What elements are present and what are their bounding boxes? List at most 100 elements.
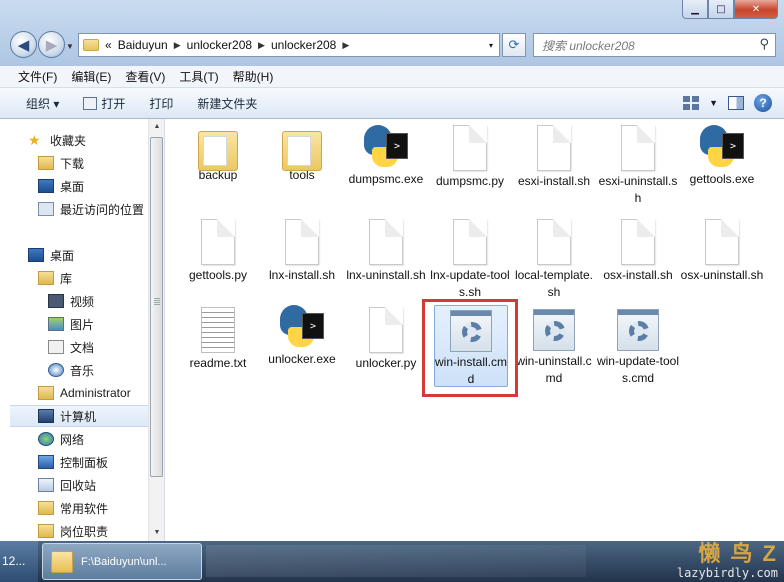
- sidebar-item-favorites[interactable]: ★ 收藏夹: [28, 129, 86, 151]
- file-item-lnx-update-tools[interactable]: lnx-update-tools.sh: [428, 219, 512, 301]
- sidebar-item-administrator[interactable]: Administrator: [38, 382, 131, 404]
- taskbar-clock-fragment[interactable]: 12...: [0, 541, 38, 582]
- forward-button[interactable]: ▶: [38, 31, 65, 58]
- sidebar-item-libraries[interactable]: 库: [38, 267, 72, 289]
- address-bar[interactable]: « Baiduyun ▶ unlocker208 ▶ unlocker208 ▶…: [78, 33, 500, 57]
- sidebar-item-downloads[interactable]: 下载: [38, 152, 84, 174]
- sidebar-item-desktop[interactable]: 桌面: [28, 244, 74, 266]
- preview-pane-icon[interactable]: [728, 96, 744, 110]
- minimize-button[interactable]: ▁: [682, 0, 708, 19]
- file-item-osx-install[interactable]: osx-install.sh: [596, 219, 680, 284]
- chevron-right-icon[interactable]: ▶: [174, 40, 181, 51]
- file-item-unlocker-exe[interactable]: > unlocker.exe: [260, 305, 344, 368]
- scroll-down-icon[interactable]: ▼: [149, 525, 165, 541]
- sidebar-item-videos[interactable]: 视频: [48, 290, 94, 312]
- file-item-win-uninstall[interactable]: win-uninstall.cmd: [512, 309, 596, 387]
- breadcrumb-unlocker208-current[interactable]: unlocker208: [271, 38, 336, 52]
- sidebar-item-music[interactable]: 音乐: [48, 359, 94, 381]
- blank-file-icon: [453, 219, 487, 265]
- file-item-local-template[interactable]: local-template.sh: [512, 219, 596, 301]
- sidebar-item-recent[interactable]: 最近访问的位置: [38, 198, 144, 220]
- watermark-logo: 懒 鸟 Z: [698, 541, 778, 566]
- file-item-tools[interactable]: tools: [260, 125, 344, 184]
- maximize-button[interactable]: □: [708, 0, 734, 19]
- blank-file-icon: [621, 219, 655, 265]
- taskbar-explorer-window[interactable]: F:\Baiduyun\unl...: [42, 543, 202, 580]
- sidebar-item-common-software[interactable]: 常用软件: [38, 497, 108, 519]
- sidebar-item-label: 收藏夹: [50, 133, 87, 148]
- help-icon[interactable]: ?: [754, 94, 772, 112]
- change-view-icon[interactable]: [683, 96, 700, 110]
- file-name: unlocker.py: [355, 356, 417, 370]
- file-item-osx-uninstall[interactable]: osx-uninstall.sh: [680, 219, 764, 284]
- breadcrumb-overflow[interactable]: «: [105, 38, 112, 52]
- search-input[interactable]: 搜索 unlocker208 ⚲: [533, 33, 776, 57]
- taskbar-task-label: F:\Baiduyun\unl...: [81, 555, 167, 568]
- file-item-lnx-uninstall[interactable]: lnx-uninstall.sh: [344, 219, 428, 284]
- blank-file-icon: [369, 307, 403, 353]
- menu-edit[interactable]: 编辑(E): [71, 68, 111, 85]
- sidebar-item-label: 库: [60, 271, 73, 286]
- address-dropdown-icon[interactable]: ▾: [489, 41, 493, 50]
- file-item-backup[interactable]: backup: [176, 125, 260, 184]
- menu-file[interactable]: 文件(F): [18, 68, 57, 85]
- file-item-unlocker-py[interactable]: unlocker.py: [344, 307, 428, 372]
- sidebar-item-job-duties[interactable]: 岗位职责: [38, 520, 108, 542]
- open-button[interactable]: 打开: [83, 95, 125, 112]
- file-name: osx-uninstall.sh: [680, 268, 764, 282]
- watermark: 懒 鸟 Z lazybirdly.com: [677, 536, 778, 580]
- sidebar-item-label: 下载: [60, 156, 85, 171]
- breadcrumb-unlocker208[interactable]: unlocker208: [187, 38, 252, 52]
- new-folder-button[interactable]: 新建文件夹: [197, 95, 257, 112]
- sidebar-item-computer[interactable]: 计算机: [10, 405, 149, 427]
- file-item-dumpsmc-exe[interactable]: > dumpsmc.exe: [344, 125, 428, 188]
- recent-pages-dropdown[interactable]: ▼: [66, 42, 74, 51]
- file-name: dumpsmc.exe: [348, 172, 424, 186]
- chevron-right-icon[interactable]: ▶: [342, 40, 349, 51]
- sidebar-item-pictures[interactable]: 图片: [48, 313, 94, 335]
- sidebar-item-desktop-fav[interactable]: 桌面: [38, 175, 84, 197]
- sidebar-item-recycle-bin[interactable]: 回收站: [38, 474, 96, 496]
- close-button[interactable]: ✕: [734, 0, 778, 19]
- file-name: win-uninstall.cmd: [516, 354, 592, 385]
- sidebar-item-label: 最近访问的位置: [60, 202, 145, 217]
- scrollbar-thumb[interactable]: [150, 137, 163, 477]
- file-item-lnx-install[interactable]: lnx-install.sh: [260, 219, 344, 284]
- sidebar-item-label: 控制面板: [60, 455, 109, 470]
- sidebar-item-network[interactable]: 网络: [38, 428, 84, 450]
- breadcrumb-baiduyun[interactable]: Baiduyun: [118, 38, 168, 52]
- file-item-win-update-tools[interactable]: win-update-tools.cmd: [596, 309, 680, 387]
- file-item-esxi-uninstall[interactable]: esxi-uninstall.sh: [596, 125, 680, 207]
- sidebar-item-label: 回收站: [60, 478, 97, 493]
- search-icon[interactable]: ⚲: [759, 36, 769, 52]
- file-name: lnx-update-tools.sh: [430, 268, 510, 299]
- scroll-up-icon[interactable]: ▲: [149, 119, 165, 135]
- music-icon: [48, 363, 64, 377]
- organize-button[interactable]: 组织 ▾: [26, 95, 59, 112]
- chevron-right-icon[interactable]: ▶: [258, 40, 265, 51]
- blank-file-icon: [537, 219, 571, 265]
- watermark-url: lazybirdly.com: [676, 566, 778, 580]
- sidebar-scrollbar[interactable]: ▲ ▼: [148, 119, 164, 541]
- sidebar-item-label: 常用软件: [60, 501, 109, 516]
- file-item-dumpsmc-py[interactable]: dumpsmc.py: [428, 125, 512, 190]
- python-exe-icon: >: [364, 125, 408, 169]
- menu-help[interactable]: 帮助(H): [233, 68, 274, 85]
- print-button[interactable]: 打印: [149, 95, 173, 112]
- open-label: 打开: [101, 96, 126, 111]
- sidebar-item-control-panel[interactable]: 控制面板: [38, 451, 108, 473]
- back-button[interactable]: ◀: [10, 31, 37, 58]
- menu-view[interactable]: 查看(V): [125, 68, 165, 85]
- refresh-button[interactable]: ⟳: [502, 33, 526, 57]
- file-name: win-update-tools.cmd: [596, 354, 680, 385]
- view-options-dropdown-icon[interactable]: ▼: [709, 98, 718, 108]
- file-item-gettools-exe[interactable]: > gettools.exe: [680, 125, 764, 188]
- file-name: osx-install.sh: [603, 268, 673, 282]
- file-item-gettools-py[interactable]: gettools.py: [176, 219, 260, 284]
- sidebar-item-documents[interactable]: 文档: [48, 336, 94, 358]
- menu-bar: 文件(F) 编辑(E) 查看(V) 工具(T) 帮助(H): [0, 66, 784, 88]
- file-item-esxi-install[interactable]: esxi-install.sh: [512, 125, 596, 190]
- file-item-readme[interactable]: readme.txt: [176, 307, 260, 372]
- computer-icon: [38, 409, 54, 423]
- menu-tools[interactable]: 工具(T): [179, 68, 218, 85]
